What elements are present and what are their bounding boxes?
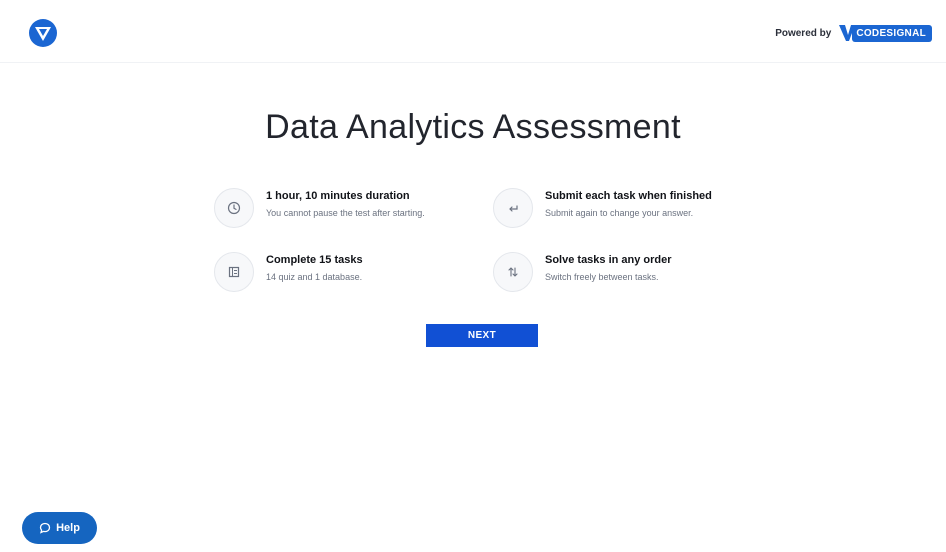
feature-title: Complete 15 tasks [266, 254, 363, 266]
switch-arrows-icon [493, 252, 533, 292]
assessment-intro-page: Powered by CODESIGNAL Data Analytics Ass… [0, 0, 946, 552]
powered-by: Powered by CODESIGNAL [775, 22, 932, 44]
task-list-icon [214, 252, 254, 292]
feature-text: Submit each task when finished Submit ag… [545, 190, 712, 218]
next-button[interactable]: NEXT [426, 324, 538, 347]
codesignal-logo-text: CODESIGNAL [852, 24, 932, 42]
codesignal-logo[interactable]: CODESIGNAL [839, 24, 932, 42]
feature-description: 14 quiz and 1 database. [266, 272, 363, 282]
clock-icon [214, 188, 254, 228]
feature-title: 1 hour, 10 minutes duration [266, 190, 410, 202]
feature-any-order: Solve tasks in any order Switch freely b… [493, 252, 672, 292]
powered-by-label: Powered by [775, 27, 832, 39]
feature-duration: 1 hour, 10 minutes duration You cannot p… [214, 188, 425, 228]
return-arrow-icon [493, 188, 533, 228]
feature-submit: Submit each task when finished Submit ag… [493, 188, 712, 228]
brand-shield-icon[interactable] [28, 18, 58, 48]
feature-description: Submit again to change your answer. [545, 208, 694, 218]
feature-title: Submit each task when finished [545, 190, 712, 202]
feature-task-count: Complete 15 tasks 14 quiz and 1 database… [214, 252, 363, 292]
help-label: Help [56, 522, 80, 534]
feature-text: 1 hour, 10 minutes duration You cannot p… [266, 190, 425, 218]
chat-bubble-icon [39, 522, 51, 534]
feature-description: Switch freely between tasks. [545, 272, 659, 282]
feature-title: Solve tasks in any order [545, 254, 672, 266]
help-button[interactable]: Help [22, 512, 97, 544]
feature-text: Complete 15 tasks 14 quiz and 1 database… [266, 254, 363, 282]
feature-description: You cannot pause the test after starting… [266, 208, 425, 218]
top-bar: Powered by CODESIGNAL [0, 0, 946, 63]
feature-text: Solve tasks in any order Switch freely b… [545, 254, 672, 282]
page-title: Data Analytics Assessment [265, 108, 681, 146]
